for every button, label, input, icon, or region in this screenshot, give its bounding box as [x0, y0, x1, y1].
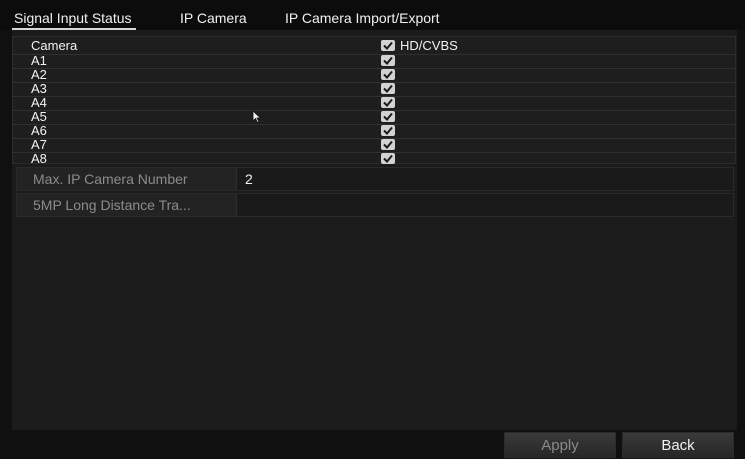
tab-bar: Signal Input Status IP Camera IP Camera … — [0, 0, 745, 30]
checkmark-icon — [383, 56, 393, 65]
hd-cvbs-checkbox[interactable] — [381, 125, 395, 136]
hd-cvbs-checkbox[interactable] — [381, 55, 395, 66]
signal-input-table: Camera HD/CVBS A1 A2 A3 A4 A5 A6 A7 A8 — [12, 36, 736, 166]
table-row: A7 — [13, 137, 735, 152]
checkmark-icon — [383, 126, 393, 135]
table-row: A1 — [13, 53, 735, 68]
table-row: A8 — [13, 151, 735, 166]
checkmark-icon — [383, 41, 393, 50]
table-row: A5 — [13, 109, 735, 124]
camera-name: A5 — [31, 109, 47, 124]
table-row: A4 — [13, 95, 735, 110]
hd-cvbs-checkbox[interactable] — [381, 97, 395, 108]
table-row: A6 — [13, 123, 735, 138]
camera-name: A6 — [31, 123, 47, 138]
camera-column-header: Camera — [31, 38, 78, 53]
camera-name: A4 — [31, 95, 47, 110]
camera-name: A3 — [31, 81, 47, 96]
mouse-pointer-icon — [252, 110, 262, 124]
checkmark-icon — [383, 112, 393, 121]
max-ip-camera-number-field[interactable]: 2 — [245, 168, 253, 190]
hd-cvbs-select-all-checkbox[interactable] — [381, 40, 395, 51]
max-ip-camera-number-row: Max. IP Camera Number 2 — [16, 167, 734, 191]
checkmark-icon — [383, 154, 393, 163]
table-row: A2 — [13, 67, 735, 82]
table-row: A3 — [13, 81, 735, 96]
checkmark-icon — [383, 140, 393, 149]
apply-button[interactable]: Apply — [504, 432, 616, 458]
tab-ip-camera-import-export[interactable]: IP Camera Import/Export — [285, 10, 440, 30]
camera-name: A1 — [31, 53, 47, 68]
hd-cvbs-column-header: HD/CVBS — [400, 38, 458, 53]
hd-cvbs-checkbox[interactable] — [381, 111, 395, 122]
hd-cvbs-checkbox[interactable] — [381, 83, 395, 94]
hd-cvbs-checkbox[interactable] — [381, 69, 395, 80]
checkmark-icon — [383, 84, 393, 93]
hd-cvbs-checkbox[interactable] — [381, 153, 395, 164]
back-button[interactable]: Back — [622, 432, 734, 458]
camera-name: A8 — [31, 151, 47, 166]
tab-signal-input-status[interactable]: Signal Input Status — [12, 10, 136, 30]
checkmark-icon — [383, 98, 393, 107]
table-header-row: Camera HD/CVBS — [13, 38, 735, 53]
camera-name: A7 — [31, 137, 47, 152]
long-distance-transmission-label: 5MP Long Distance Tra... — [17, 194, 237, 216]
max-ip-camera-number-label: Max. IP Camera Number — [17, 168, 237, 190]
camera-name: A2 — [31, 67, 47, 82]
checkmark-icon — [383, 70, 393, 79]
tab-ip-camera[interactable]: IP Camera — [180, 10, 247, 30]
long-distance-transmission-row: 5MP Long Distance Tra... — [16, 193, 734, 217]
hd-cvbs-checkbox[interactable] — [381, 139, 395, 150]
